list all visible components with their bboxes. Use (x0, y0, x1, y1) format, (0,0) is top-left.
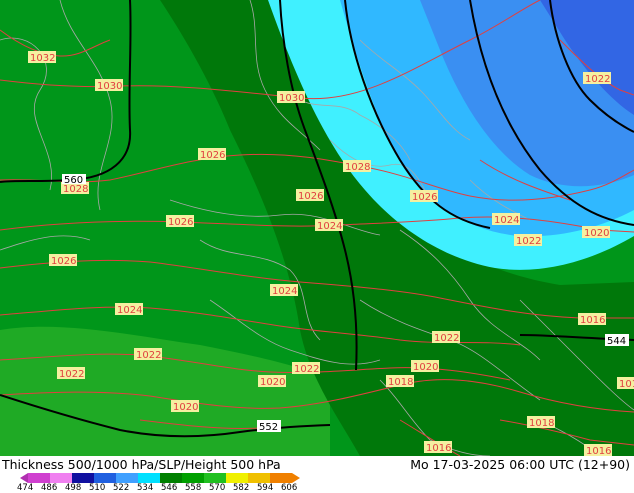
colorbar-cell (138, 473, 160, 483)
isobar-label-1026: 1026 (296, 189, 324, 202)
svg-text:1026: 1026 (168, 217, 193, 228)
svg-text:1022: 1022 (585, 74, 610, 85)
colorbar-cell (204, 473, 226, 483)
colorbar-tick: 534 (137, 483, 154, 493)
colorbar-cell (160, 473, 182, 483)
svg-text:1022: 1022 (294, 364, 319, 375)
isobar-label-1022: 1022 (292, 362, 320, 375)
colorbar-cell (28, 473, 50, 483)
colorbar-tick: 570 (209, 483, 226, 493)
colorbar (20, 473, 300, 483)
svg-text:1022: 1022 (516, 236, 541, 247)
valid-time: Mo 17-03-2025 06:00 UTC (12+90) (410, 457, 630, 472)
colorbar-tick: 474 (17, 483, 34, 493)
svg-text:1018: 1018 (619, 379, 634, 390)
isobar-label-1016: 1016 (578, 313, 606, 326)
isobar-label-1026: 1026 (166, 215, 194, 228)
isobar-label-1020: 1020 (258, 375, 286, 388)
colorbar-tick: 522 (113, 483, 130, 493)
colorbar-cell (116, 473, 138, 483)
isobar-label-1016: 1016 (584, 444, 612, 456)
svg-text:1020: 1020 (173, 402, 198, 413)
isobar-label-1024: 1024 (315, 219, 343, 232)
colorbar-cell (226, 473, 248, 483)
svg-text:1016: 1016 (426, 443, 451, 454)
chart-footer: Thickness 500/1000 hPa/SLP/Height 500 hP… (0, 456, 634, 493)
svg-text:1022: 1022 (136, 350, 161, 361)
isobar-label-1026: 1026 (49, 254, 77, 267)
svg-text:1026: 1026 (51, 256, 76, 267)
svg-text:1020: 1020 (413, 362, 438, 373)
svg-text:1026: 1026 (412, 192, 437, 203)
isobar-label-1020: 1020 (411, 360, 439, 373)
svg-text:1024: 1024 (272, 286, 297, 297)
height-label-544: 544 (605, 334, 629, 347)
svg-text:1020: 1020 (260, 377, 285, 388)
isobar-label-1032: 1032 (28, 51, 56, 64)
colorbar-cell (94, 473, 116, 483)
svg-text:1018: 1018 (529, 418, 554, 429)
colorbar-cell (248, 473, 270, 483)
svg-text:1018: 1018 (388, 377, 413, 388)
svg-text:1016: 1016 (580, 315, 605, 326)
colorbar-cell (270, 473, 292, 483)
svg-text:1020: 1020 (584, 228, 609, 239)
isobar-label-1022: 1022 (134, 348, 162, 361)
svg-text:1022: 1022 (59, 369, 84, 380)
colorbar-tick: 486 (41, 483, 58, 493)
svg-text:560: 560 (64, 175, 83, 186)
svg-text:1032: 1032 (30, 53, 55, 64)
isobar-label-1018: 1018 (386, 375, 414, 388)
isobar-label-1022: 1022 (57, 367, 85, 380)
colorbar-tick: 594 (257, 483, 274, 493)
isobar-label-1030: 1030 (277, 91, 305, 104)
colorbar-tick: 498 (65, 483, 82, 493)
isobar-label-1020: 1020 (582, 226, 610, 239)
chart-title: Thickness 500/1000 hPa/SLP/Height 500 hP… (2, 457, 281, 472)
svg-text:1026: 1026 (298, 191, 323, 202)
colorbar-tick: 510 (89, 483, 106, 493)
isobar-label-1024: 1024 (270, 284, 298, 297)
colorbar-tick: 582 (233, 483, 250, 493)
colorbar-cell (72, 473, 94, 483)
svg-text:1028: 1028 (345, 162, 370, 173)
colorbar-tick: 558 (185, 483, 202, 493)
isobar-label-1022: 1022 (432, 331, 460, 344)
height-label-560: 560 (62, 174, 86, 186)
height-label-552: 552 (257, 420, 281, 433)
colorbar-left-arrow (20, 473, 28, 483)
svg-text:1024: 1024 (117, 305, 142, 316)
isobar-label-1018: 1018 (527, 416, 555, 429)
colorbar-cells (28, 473, 300, 483)
svg-text:552: 552 (259, 422, 278, 433)
isobar-label-1026: 1026 (198, 148, 226, 161)
svg-text:1026: 1026 (200, 150, 225, 161)
svg-text:1024: 1024 (494, 215, 519, 226)
colorbar-ticks: 474 486 498 510 522 534 546 558 570 582 594 606 (17, 483, 305, 493)
svg-text:1024: 1024 (317, 221, 342, 232)
svg-text:1022: 1022 (434, 333, 459, 344)
isobar-label-1024: 1024 (492, 213, 520, 226)
colorbar-right-arrow (292, 473, 300, 483)
isobar-label-1030: 1030 (95, 79, 123, 92)
isobar-label-1022: 1022 (583, 72, 611, 85)
colorbar-cell (50, 473, 72, 483)
colorbar-tick: 606 (281, 483, 298, 493)
colorbar-tick: 546 (161, 483, 178, 493)
isobar-label-1024: 1024 (115, 303, 143, 316)
svg-text:1016: 1016 (586, 446, 611, 456)
weather-chart: 1032 1030 1030 1028 1028 1026 1026 1026 … (0, 0, 634, 493)
svg-text:1030: 1030 (97, 81, 122, 92)
isobar-label-1016: 1016 (424, 441, 452, 454)
colorbar-cell (182, 473, 204, 483)
forecast-map: 1032 1030 1030 1028 1028 1026 1026 1026 … (0, 0, 634, 456)
svg-text:544: 544 (607, 336, 626, 347)
isobar-label-1028: 1028 (343, 160, 371, 173)
isobar-label-1018: 1018 (617, 377, 634, 390)
isobar-label-1026: 1026 (410, 190, 438, 203)
isobar-label-1022: 1022 (514, 234, 542, 247)
isobar-label-1020: 1020 (171, 400, 199, 413)
svg-text:1030: 1030 (279, 93, 304, 104)
